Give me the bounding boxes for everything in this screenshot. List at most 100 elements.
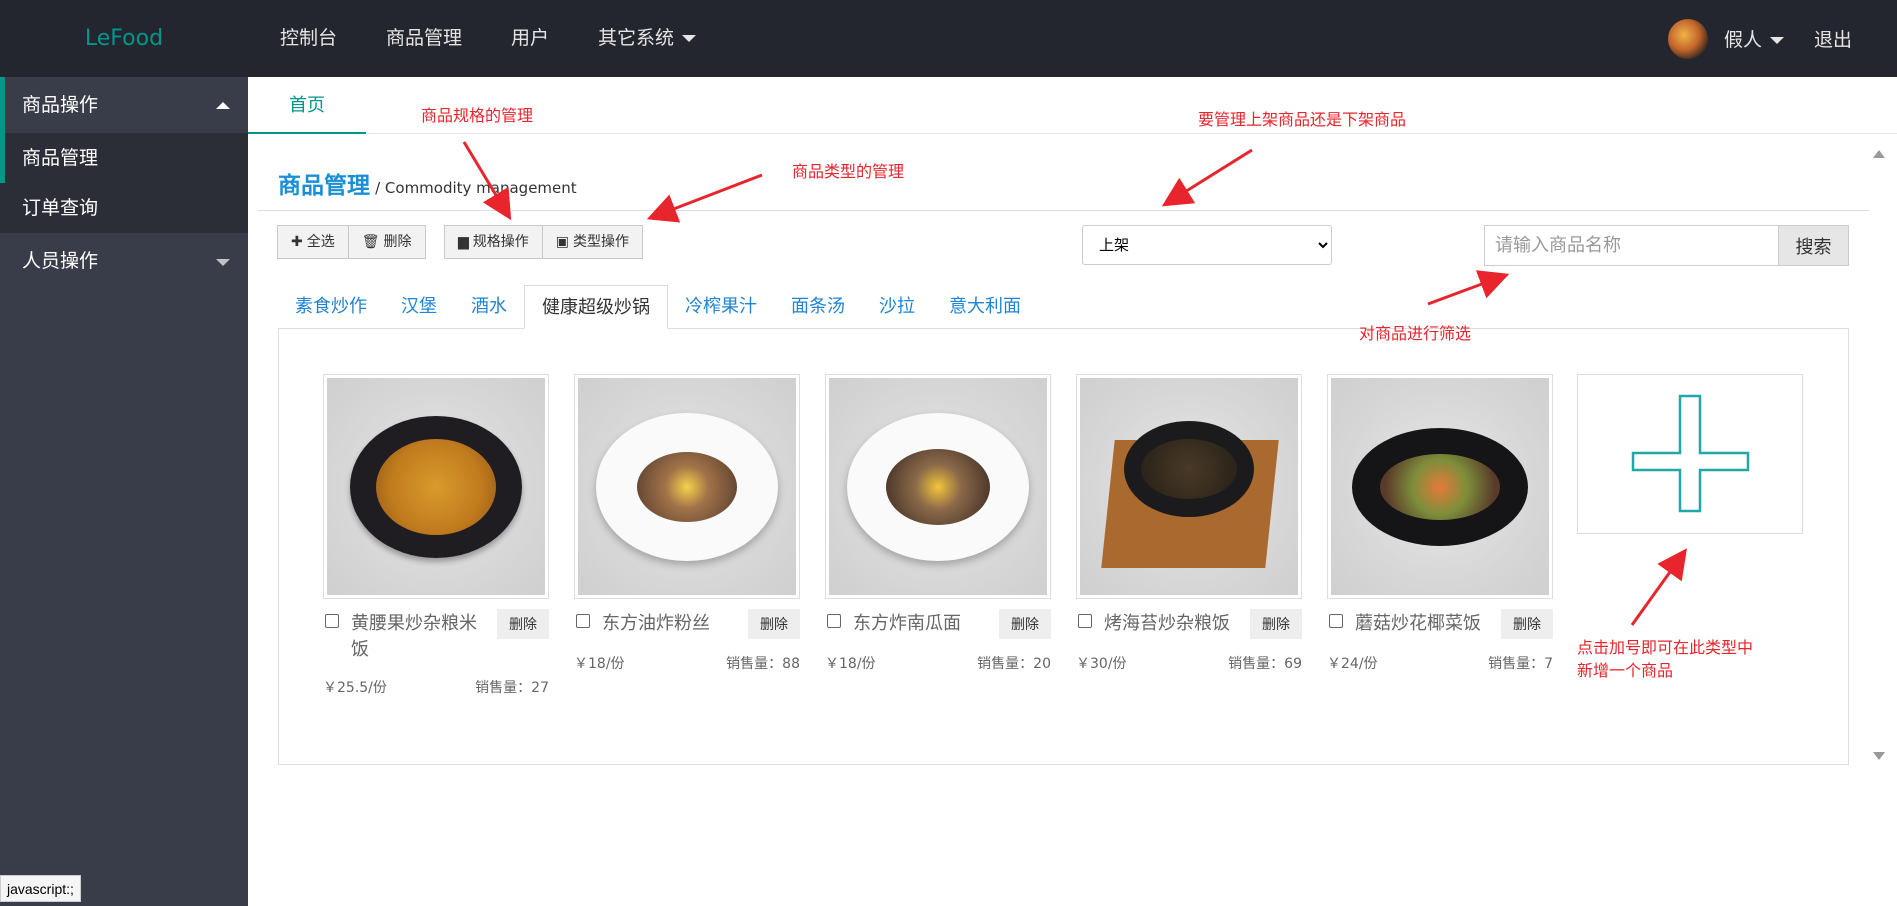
tab-category[interactable]: 汉堡 xyxy=(384,285,454,329)
product-image[interactable] xyxy=(1327,374,1553,599)
product-checkbox[interactable] xyxy=(1329,614,1343,628)
product-image[interactable] xyxy=(323,374,549,599)
logout-link[interactable]: 退出 xyxy=(1814,25,1852,52)
sidebar-item-product-management[interactable]: 商品管理 xyxy=(0,133,248,183)
sidebar: 商品操作 商品管理 订单查询 人员操作 xyxy=(0,77,248,906)
status-select[interactable]: 上架 xyxy=(1082,225,1332,265)
product-image[interactable] xyxy=(825,374,1051,599)
user-area: 假人 退出 xyxy=(1667,0,1852,77)
product-price: ￥18/份 xyxy=(574,656,625,672)
food-photo xyxy=(1331,378,1549,595)
food xyxy=(637,451,737,522)
nav-product-management[interactable]: 商品管理 xyxy=(386,0,462,77)
product-price: ￥24/份 xyxy=(1327,656,1378,672)
page-title-sub: / Commodity management xyxy=(375,179,577,197)
sidebar-group-label: 商品操作 xyxy=(22,94,99,116)
avatar[interactable] xyxy=(1667,18,1708,59)
chevron-down-icon xyxy=(1769,37,1784,44)
tab-category[interactable]: 冷榨果汁 xyxy=(668,285,774,329)
active-indicator xyxy=(0,133,5,183)
product-sales: 销售量：27 xyxy=(475,680,549,696)
bulk-delete-label: 删除 xyxy=(383,234,412,250)
user-menu[interactable]: 假人 xyxy=(1724,25,1784,52)
search-input[interactable] xyxy=(1484,225,1779,266)
food-photo xyxy=(327,378,545,595)
product-price: ￥30/份 xyxy=(1076,656,1127,672)
annotation-status: 要管理上架商品还是下架商品 xyxy=(1198,110,1407,129)
food-photo xyxy=(829,378,1047,595)
sidebar-item-label: 订单查询 xyxy=(22,197,99,219)
product-image[interactable] xyxy=(574,374,800,599)
annotation-type: 商品类型的管理 xyxy=(792,162,905,181)
product-name: 烤海苔炒杂粮饭 xyxy=(1104,613,1230,634)
sidebar-group-label: 人员操作 xyxy=(22,250,99,272)
product-sales: 销售量：88 xyxy=(726,656,800,672)
annotation-add-line1: 点击加号即可在此类型中 xyxy=(1577,638,1754,657)
sidebar-group-staff-ops[interactable]: 人员操作 xyxy=(0,233,248,289)
search-button[interactable]: 搜索 xyxy=(1778,225,1849,266)
delete-button[interactable]: 删除 xyxy=(999,609,1051,639)
food xyxy=(1380,453,1500,520)
divider xyxy=(258,210,1869,211)
page-title-main: 商品管理 xyxy=(278,173,370,199)
sidebar-group-product-ops[interactable]: 商品操作 xyxy=(0,77,248,133)
tab-category[interactable]: 沙拉 xyxy=(862,285,932,329)
product-checkbox[interactable] xyxy=(1078,614,1092,628)
top-nav: 控制台 商品管理 用户 其它系统 xyxy=(280,0,745,77)
add-product-button[interactable] xyxy=(1577,374,1803,534)
product-checkbox[interactable] xyxy=(827,614,841,628)
product-name: 东方油炸粉丝 xyxy=(602,613,710,634)
product-name: 蘑菇炒花椰菜饭 xyxy=(1355,613,1481,634)
product-sales: 销售量：69 xyxy=(1228,656,1302,672)
page-title: 商品管理 / Commodity management xyxy=(278,166,577,200)
tab-category-active[interactable]: 健康超级炒锅 xyxy=(524,285,668,329)
bulk-delete-button[interactable]: 🗑 删除 xyxy=(349,226,425,258)
product-checkbox[interactable] xyxy=(576,614,590,628)
product-checkbox[interactable] xyxy=(325,614,339,628)
tab-category[interactable]: 素食炒作 xyxy=(278,285,384,329)
plus-icon xyxy=(1631,394,1750,513)
sidebar-submenu: 商品管理 订单查询 xyxy=(0,133,248,233)
ops-group: ▆ 规格操作 ▣ 类型操作 xyxy=(444,225,644,259)
scroll-down-icon[interactable] xyxy=(1873,752,1885,760)
top-header: LeFood 控制台 商品管理 用户 其它系统 假人 退出 xyxy=(0,0,1897,77)
delete-button[interactable]: 删除 xyxy=(497,609,549,639)
chevron-up-icon xyxy=(216,102,230,109)
user-name: 假人 xyxy=(1723,29,1762,51)
sidebar-item-label: 商品管理 xyxy=(22,147,99,169)
delete-button[interactable]: 删除 xyxy=(1501,609,1553,639)
food-photo xyxy=(1080,378,1298,595)
product-price: ￥25.5/份 xyxy=(323,680,387,696)
delete-button[interactable]: 删除 xyxy=(748,609,800,639)
annotation-add-line2: 新增一个商品 xyxy=(1577,661,1674,680)
chevron-down-icon xyxy=(216,259,230,266)
delete-button[interactable]: 删除 xyxy=(1250,609,1302,639)
annotation-filter: 对商品进行筛选 xyxy=(1359,324,1472,343)
select-delete-group: ✚ 全选 🗑 删除 xyxy=(277,225,426,259)
scroll-up-icon[interactable] xyxy=(1873,150,1885,158)
app-logo[interactable]: LeFood xyxy=(0,0,248,77)
select-all-label: 全选 xyxy=(306,234,335,250)
type-ops-label: 类型操作 xyxy=(573,234,630,250)
product-card: 烤海苔炒杂粮饭 删除 ￥30/份 销售量：69 xyxy=(1076,374,1302,673)
annotation-spec: 商品规格的管理 xyxy=(421,106,534,125)
nav-users[interactable]: 用户 xyxy=(511,0,549,77)
nav-dashboard[interactable]: 控制台 xyxy=(280,0,337,77)
nav-other-systems[interactable]: 其它系统 xyxy=(598,0,697,77)
chevron-down-icon xyxy=(682,35,697,42)
browser-status-bar: javascript:; xyxy=(0,875,81,902)
tab-category[interactable]: 意大利面 xyxy=(932,285,1038,329)
select-all-button[interactable]: ✚ 全选 xyxy=(278,226,349,258)
product-card: 东方炸南瓜面 删除 ￥18/份 销售量：20 xyxy=(825,374,1051,673)
tab-home[interactable]: 首页 xyxy=(248,77,366,134)
product-card: 黄腰果炒杂粮米饭 删除 ￥25.5/份 销售量：27 xyxy=(323,374,549,697)
trash-icon: 🗑 xyxy=(361,234,380,250)
sidebar-item-order-query[interactable]: 订单查询 xyxy=(0,183,248,233)
product-image[interactable] xyxy=(1076,374,1302,599)
tab-category[interactable]: 面条汤 xyxy=(774,285,862,329)
food xyxy=(1141,439,1237,500)
spec-ops-button[interactable]: ▆ 规格操作 xyxy=(445,226,543,258)
tab-category[interactable]: 酒水 xyxy=(454,285,524,329)
type-ops-button[interactable]: ▣ 类型操作 xyxy=(543,226,642,258)
product-card: 蘑菇炒花椰菜饭 删除 ￥24/份 销售量：7 xyxy=(1327,374,1553,673)
